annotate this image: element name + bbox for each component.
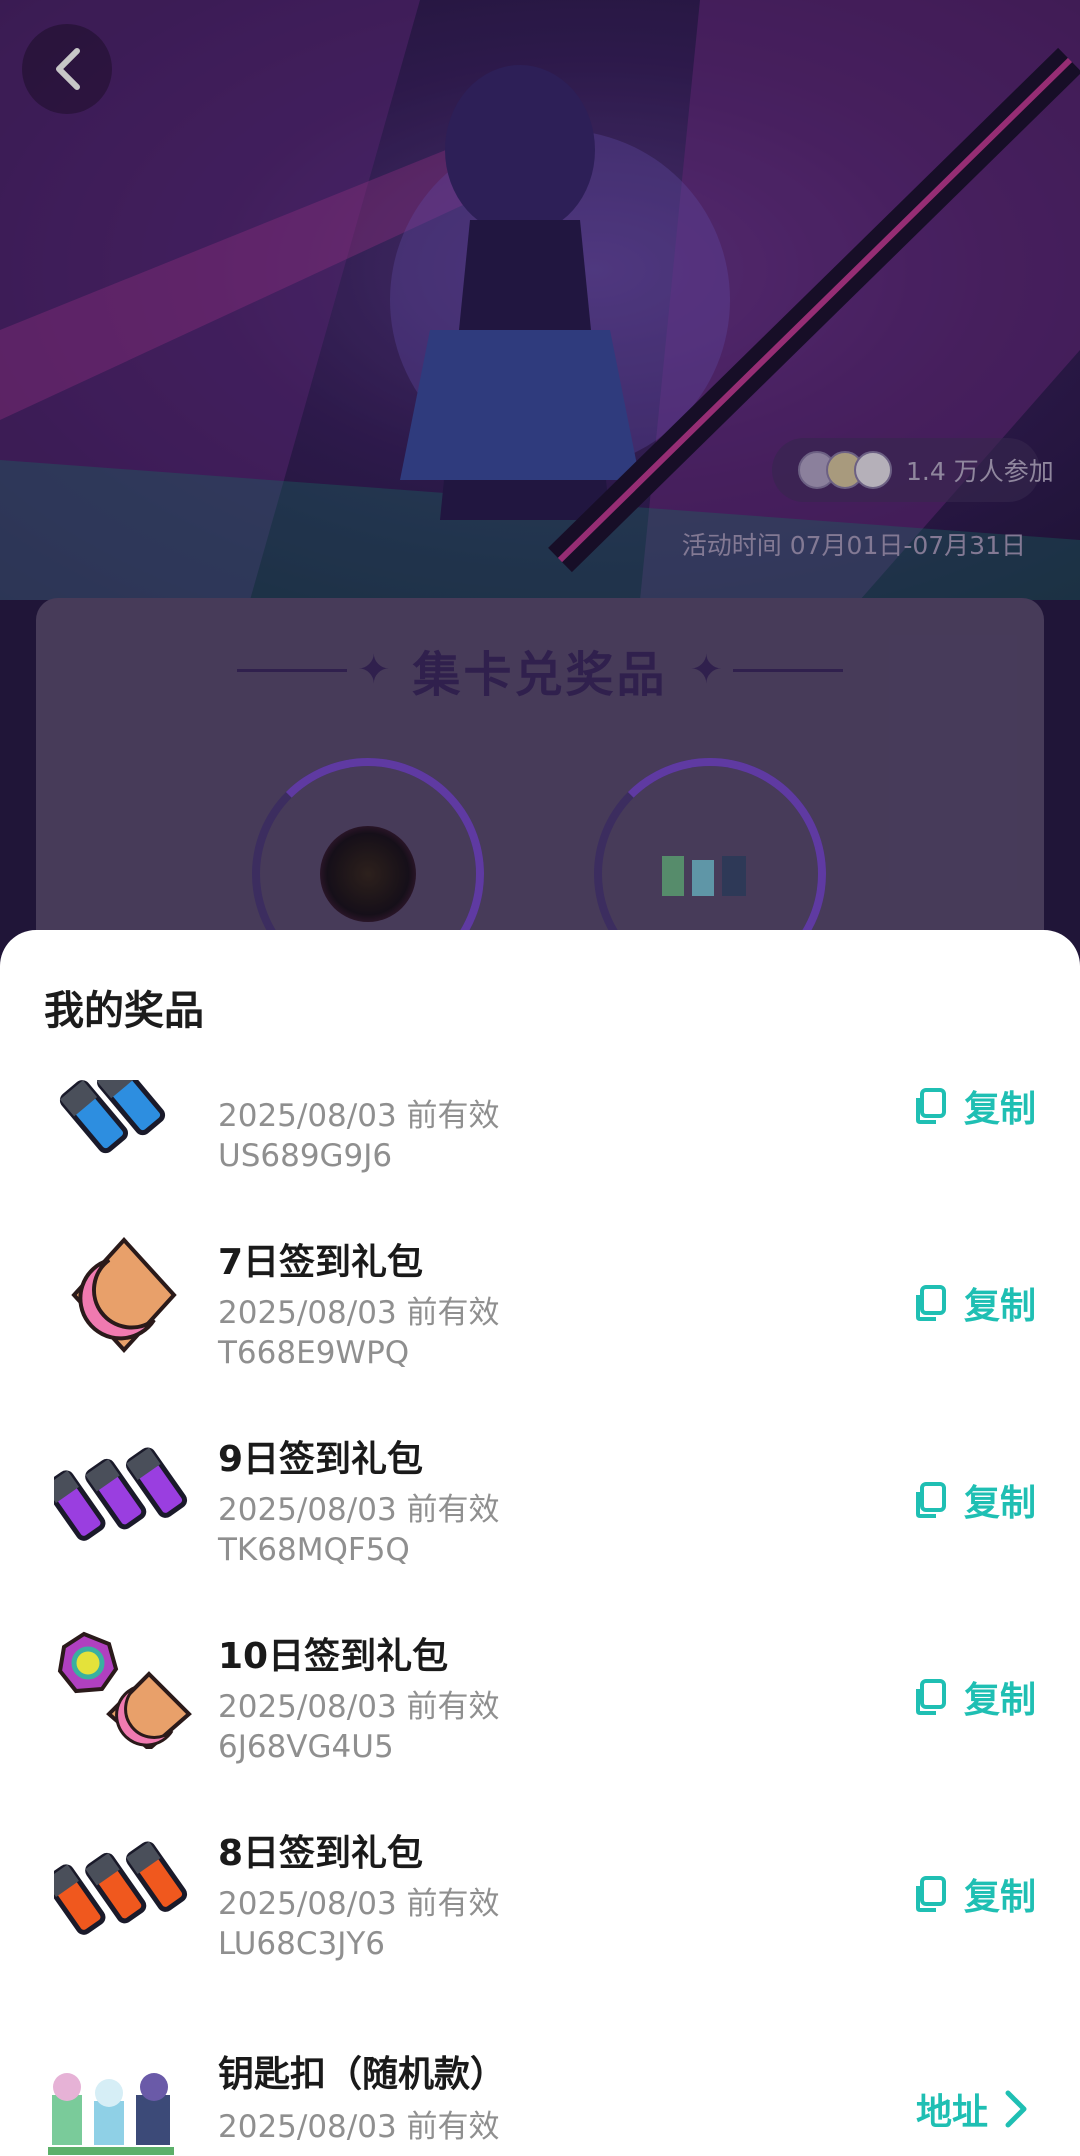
copy-label: 复制 <box>963 1877 1036 1918</box>
prize-code: 6J68VG4U5 <box>218 1729 394 1765</box>
prize-name: 10日签到礼包 <box>218 1636 449 1677</box>
copy-label: 复制 <box>963 1286 1036 1327</box>
medal-crescent-icon <box>57 1631 192 1749</box>
prize-validity: 2025/08/03 前有效 <box>218 1295 500 1331</box>
list-item: 7日签到礼包 2025/08/03 前有效 T668E9WPQ 复制 <box>0 1197 1080 1394</box>
list-item: 2025/08/03 前有效 US689G9J6 复制 <box>0 1080 1080 1197</box>
pink-crescent-icon <box>71 1237 177 1353</box>
chevron-right-icon <box>1005 2090 1027 2128</box>
purple-capsules-icon <box>54 1447 188 1541</box>
prize-code: LU68C3JY6 <box>218 1926 386 1962</box>
address-label: 地址 <box>915 2092 988 2133</box>
prize-name: 钥匙扣（随机款） <box>218 2054 507 2095</box>
prize-name: 7日签到礼包 <box>218 1242 424 1283</box>
prize-validity: 2025/08/03 前有效 <box>218 1886 500 1922</box>
prize-code: TK68MQF5Q <box>218 1532 410 1568</box>
copy-icon <box>915 1285 946 1321</box>
copy-button[interactable]: 复制 <box>910 1474 1036 1526</box>
copy-icon <box>915 1482 946 1518</box>
prize-list[interactable]: 2025/08/03 前有效 US689G9J6 复制 7日签到礼包 2025/… <box>0 1080 1080 2156</box>
copy-button[interactable]: 复制 <box>910 1671 1036 1723</box>
prize-validity: 2025/08/03 前有效 <box>218 2109 500 2145</box>
prize-name: 8日签到礼包 <box>218 1833 424 1874</box>
copy-icon <box>915 1876 946 1912</box>
copy-button[interactable]: 复制 <box>910 1277 1036 1329</box>
keychain-figures-icon <box>48 2073 174 2155</box>
copy-button[interactable]: 复制 <box>910 1080 1036 1132</box>
copy-icon <box>915 1679 946 1715</box>
copy-icon <box>915 1088 946 1124</box>
sheet-title: 我的奖品 <box>44 988 204 1034</box>
copy-label: 复制 <box>963 1680 1036 1721</box>
prize-validity: 2025/08/03 前有效 <box>218 1492 500 1528</box>
prize-validity: 2025/08/03 前有效 <box>218 1098 500 1134</box>
list-item: 10日签到礼包 2025/08/03 前有效 6J68VG4U5 复制 <box>0 1591 1080 1788</box>
copy-label: 复制 <box>963 1483 1036 1524</box>
orange-capsules-icon <box>54 1841 188 1935</box>
prize-code: US689G9J6 <box>218 1138 393 1174</box>
blue-capsules-icon <box>59 1080 166 1154</box>
address-button[interactable]: 地址 <box>916 2083 1028 2135</box>
copy-label: 复制 <box>963 1089 1036 1130</box>
list-item: 9日签到礼包 2025/08/03 前有效 TK68MQF5Q 复制 <box>0 1394 1080 1591</box>
list-item: 钥匙扣（随机款） 2025/08/03 前有效 地址 <box>0 1985 1080 2156</box>
prize-name: 9日签到礼包 <box>218 1439 424 1480</box>
prize-validity: 2025/08/03 前有效 <box>218 1689 500 1725</box>
my-prizes-sheet: 我的奖品 2025/08/03 前有效 US689G9J6 复制 7日签到礼包 … <box>0 930 1080 2156</box>
list-item: 8日签到礼包 2025/08/03 前有效 LU68C3JY6 复制 <box>0 1788 1080 1985</box>
copy-button[interactable]: 复制 <box>910 1868 1036 1920</box>
prize-code: T668E9WPQ <box>218 1335 410 1371</box>
